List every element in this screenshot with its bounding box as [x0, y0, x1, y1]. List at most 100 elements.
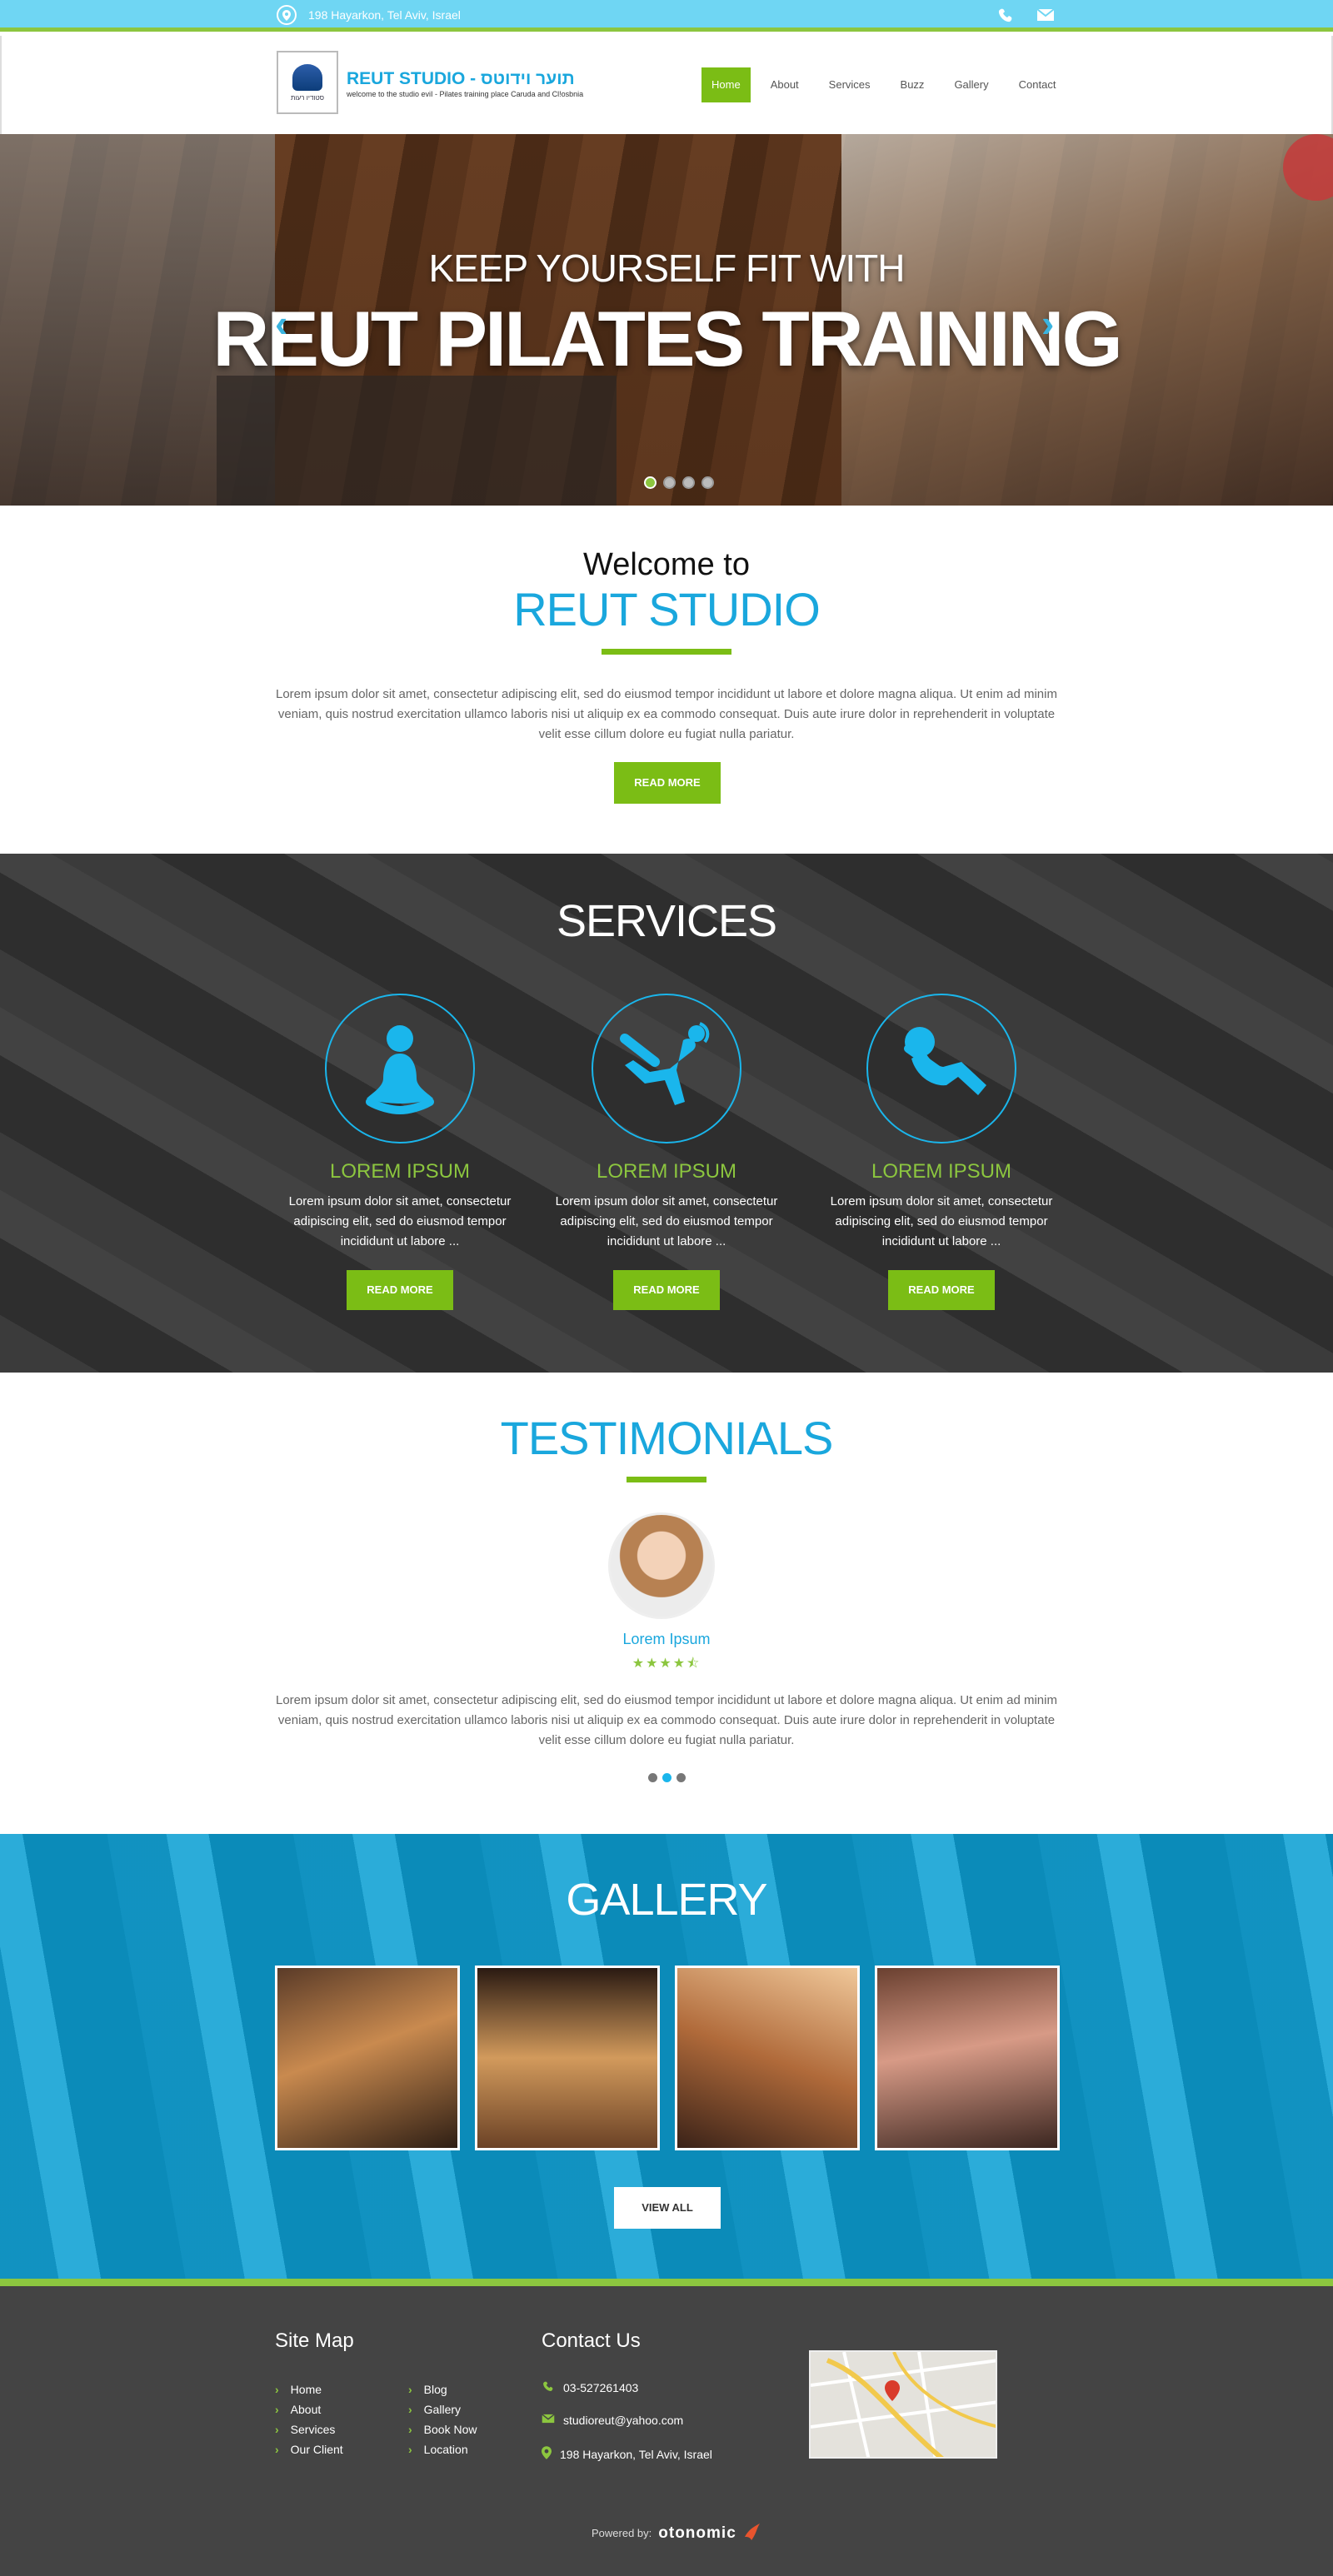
sitemap-link[interactable]: › Location [408, 2443, 468, 2456]
testimonial-name: Lorem Ipsum [622, 1631, 711, 1647]
phone-icon[interactable] [996, 6, 1015, 28]
testimonial-rating-stars: ★★★★⯪ [632, 1657, 701, 1671]
welcome-pre-title: Welcome to [583, 547, 750, 582]
hero-dot[interactable] [663, 476, 676, 489]
chevron-right-icon: › [408, 2443, 412, 2456]
service-title: LOREM IPSUM [329, 1160, 471, 1183]
testimonials-divider [627, 1477, 706, 1482]
site-header: סטודיו רעות REUT STUDIO - תוער וידוטס we… [0, 36, 1333, 134]
chevron-right-icon: › [275, 2423, 279, 2436]
services-title: SERVICES [556, 896, 777, 946]
service-card: LOREM IPSUM Lorem ipsum dolor sit amet, … [275, 994, 525, 1310]
situp-icon [866, 994, 1016, 1144]
nav-home[interactable]: Home [701, 67, 751, 102]
mail-icon[interactable] [1036, 6, 1055, 28]
hero-dot[interactable] [701, 476, 714, 489]
nav-gallery[interactable]: Gallery [944, 67, 998, 102]
service-text: Lorem ipsum dolor sit amet, consectetur … [830, 1194, 1053, 1248]
testimonials-title: TESTIMONIALS [500, 1412, 834, 1464]
main-nav: Home About Services Buzz Gallery Contact [701, 67, 1066, 102]
service-title: LOREM IPSUM [871, 1160, 1012, 1183]
nav-buzz[interactable]: Buzz [891, 67, 935, 102]
map-pin-icon [542, 2446, 552, 2462]
brand-tagline: welcome to the studio eviI - Pilates tra… [347, 90, 584, 98]
contact-email[interactable]: studioreut@yahoo.com [542, 2413, 683, 2427]
service-card: LOREM IPSUM Lorem ipsum dolor sit amet, … [816, 994, 1066, 1310]
powered-label: Powered by: [592, 2527, 652, 2539]
sitemap-link[interactable]: › Gallery [408, 2403, 461, 2416]
service-read-more-button[interactable]: READ MORE [347, 1270, 453, 1310]
footer-top-divider [0, 2279, 1333, 2286]
hero-prev-arrow-icon[interactable]: ‹ [275, 301, 287, 346]
chevron-right-icon: › [275, 2443, 279, 2456]
map-pin-icon [277, 5, 297, 25]
powered-brand[interactable]: otonomic [658, 2524, 736, 2543]
top-bar: 198 Hayarkon, Tel Aviv, Israel [0, 0, 1333, 32]
gallery-title: GALLERY [566, 1875, 767, 1925]
site-logo[interactable]: סטודיו רעות [277, 51, 338, 114]
testimonial-pagination [648, 1773, 686, 1782]
sitemap-link[interactable]: › Blog [408, 2383, 447, 2396]
gallery-view-all-button[interactable]: VIEW ALL [614, 2187, 721, 2229]
welcome-divider [602, 649, 731, 655]
logo-mark-icon [292, 63, 322, 91]
service-card: LOREM IPSUM Lorem ipsum dolor sit amet, … [542, 994, 791, 1310]
hero-next-arrow-icon[interactable]: › [1041, 301, 1054, 346]
bird-logo-icon [743, 2522, 761, 2544]
sitemap-link[interactable]: › Our Client [275, 2443, 343, 2456]
welcome-read-more-button[interactable]: READ MORE [614, 762, 721, 804]
chevron-right-icon: › [408, 2383, 412, 2396]
meditation-icon [325, 994, 475, 1144]
testimonial-dot[interactable] [662, 1773, 671, 1782]
welcome-text: Lorem ipsum dolor sit amet, consectetur … [276, 687, 1057, 741]
gallery-thumbnail[interactable] [275, 1966, 460, 2150]
hero-dot[interactable] [682, 476, 695, 489]
service-title: LOREM IPSUM [596, 1160, 737, 1183]
hero-slider: KEEP YOURSELF FIT WITH REUT PILATES TRAI… [0, 134, 1333, 506]
sitemap-title: Site Map [275, 2329, 354, 2352]
hero-dot[interactable] [644, 476, 657, 489]
chevron-right-icon: › [408, 2423, 412, 2436]
welcome-title: REUT STUDIO [513, 583, 821, 635]
service-read-more-button[interactable]: READ MORE [613, 1270, 720, 1310]
gallery-thumbnail[interactable] [475, 1966, 660, 2150]
nav-contact[interactable]: Contact [1009, 67, 1066, 102]
site-footer: Site Map › Home › About › Services › Our Cli… [0, 2286, 1333, 2576]
gallery-thumbnail[interactable] [675, 1966, 860, 2150]
mail-icon [542, 2413, 555, 2427]
hero-pagination [644, 476, 714, 489]
services-section: SERVICES LOREM IPSUM Lorem ipsum dolor s… [0, 854, 1333, 1373]
hero-title-line2: REUT PILATES TRAINING [212, 295, 1122, 382]
testimonial-text: Lorem ipsum dolor sit amet, consectetur … [276, 1693, 1057, 1747]
contact-address: 198 Hayarkon, Tel Aviv, Israel [542, 2446, 712, 2462]
gallery-section: GALLERY VIEW ALL [0, 1834, 1333, 2282]
testimonial-avatar [608, 1512, 715, 1619]
topbar-address: 198 Hayarkon, Tel Aviv, Israel [277, 5, 461, 25]
sitemap-link[interactable]: › About [275, 2403, 321, 2416]
contact-phone[interactable]: 03-527261403 [542, 2379, 638, 2395]
nav-services[interactable]: Services [819, 67, 881, 102]
gallery-thumbnail[interactable] [875, 1966, 1060, 2150]
sitemap-link[interactable]: › Book Now [408, 2423, 477, 2436]
sitemap-link[interactable]: › Services [275, 2423, 335, 2436]
contact-title: Contact Us [542, 2329, 641, 2352]
hero-title-line1: KEEP YOURSELF FIT WITH [428, 247, 905, 290]
testimonial-dot[interactable] [676, 1773, 686, 1782]
chevron-right-icon: › [275, 2403, 279, 2416]
service-text: Lorem ipsum dolor sit amet, consectetur … [555, 1194, 778, 1248]
service-text: Lorem ipsum dolor sit amet, consectetur … [288, 1194, 512, 1248]
logo-caption: סטודיו רעות [291, 93, 324, 102]
topbar-address-text: 198 Hayarkon, Tel Aviv, Israel [308, 8, 461, 22]
sitemap-link[interactable]: › Home [275, 2383, 322, 2396]
hero-photo-floor [217, 376, 617, 506]
service-read-more-button[interactable]: READ MORE [888, 1270, 995, 1310]
location-map[interactable] [809, 2350, 997, 2459]
nav-about[interactable]: About [761, 67, 809, 102]
chevron-right-icon: › [408, 2403, 412, 2416]
phone-icon [542, 2379, 555, 2395]
brand-name[interactable]: REUT STUDIO - תוער וידוטס [347, 69, 575, 89]
exercise-icon [592, 994, 741, 1144]
testimonial-dot[interactable] [648, 1773, 657, 1782]
powered-by: Powered by: otonomic [592, 2522, 761, 2544]
chevron-right-icon: › [275, 2383, 279, 2396]
